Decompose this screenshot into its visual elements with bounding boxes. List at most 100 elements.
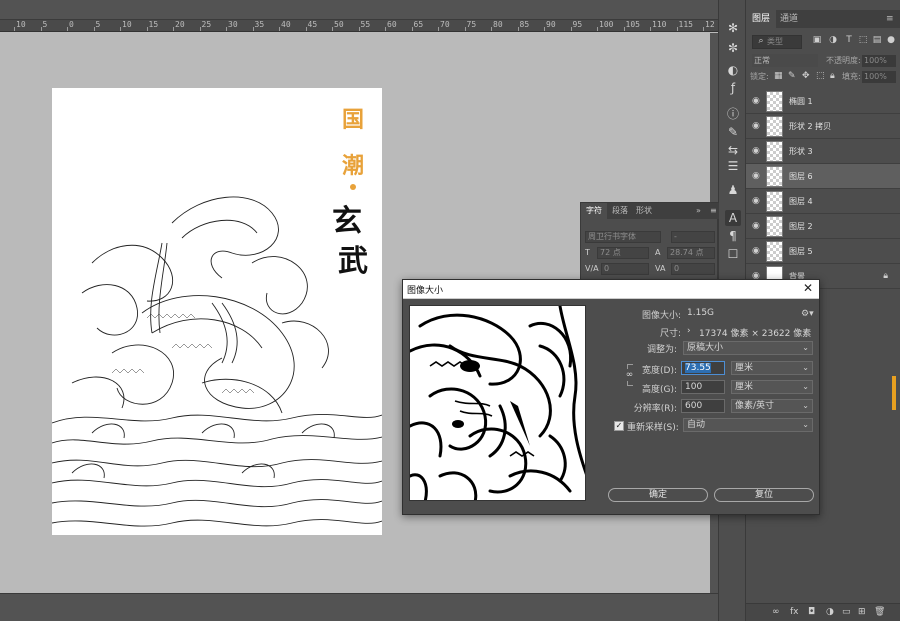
visibility-eye-icon[interactable]: ◉ bbox=[752, 196, 760, 206]
ruler-tick-label: 20 bbox=[175, 20, 185, 29]
ruler-tick-label: 10 bbox=[122, 20, 132, 29]
dragon-line-art bbox=[52, 196, 382, 527]
text-filter-icon[interactable]: T bbox=[844, 35, 854, 46]
image-size-dialog: 图像大小 ✕ ⚙▾ 图像大小: 1.15G 尺寸: › 17374 像素 × 2… bbox=[402, 279, 820, 515]
opacity-label: 不透明度: bbox=[826, 56, 861, 65]
layer-name: 形状 3 bbox=[789, 147, 813, 156]
dimensions-dropdown-icon[interactable]: › bbox=[687, 326, 691, 336]
resolution-input[interactable]: 600 bbox=[681, 399, 725, 413]
visibility-eye-icon[interactable]: ◉ bbox=[752, 246, 760, 256]
lock-all-icon[interactable]: 🔒︎ bbox=[830, 71, 835, 81]
height-unit-select[interactable]: 厘米 ⌄ bbox=[731, 380, 813, 394]
close-icon[interactable]: ✕ bbox=[803, 281, 813, 295]
sliders-icon[interactable]: ☰ bbox=[725, 158, 741, 174]
fx-icon[interactable]: fx bbox=[790, 607, 799, 617]
panel-menu-icon[interactable]: ≡ bbox=[880, 10, 900, 28]
font-size-icon: T bbox=[585, 248, 590, 257]
paragraph-icon[interactable]: ¶ bbox=[725, 228, 741, 244]
layer-row-0[interactable]: ◉ 椭圆 1 bbox=[746, 89, 900, 114]
tab-channels[interactable]: 通道 bbox=[774, 10, 804, 28]
font-size-input[interactable]: 72 点 bbox=[597, 247, 649, 259]
fill-input[interactable]: 100% bbox=[862, 71, 896, 83]
resample-checkbox[interactable]: ✓ bbox=[614, 421, 624, 431]
ruler-tick bbox=[332, 27, 333, 31]
visibility-eye-icon[interactable]: ◉ bbox=[752, 221, 760, 231]
document-canvas[interactable]: 国 潮 玄 武 bbox=[52, 88, 382, 535]
smart-object-filter-icon[interactable]: ▤ bbox=[872, 35, 882, 46]
lock-pixels-icon[interactable]: ✎ bbox=[788, 71, 796, 81]
ruler-tick bbox=[305, 27, 307, 31]
collapse-icon[interactable]: » bbox=[691, 203, 706, 219]
layer-row-1[interactable]: ◉ 形状 2 拷贝 bbox=[746, 114, 900, 139]
layer-row-6[interactable]: ◉ 图层 5 bbox=[746, 239, 900, 264]
resample-select[interactable]: 自动 ⌄ bbox=[683, 418, 813, 432]
tab-layers[interactable]: 图层 bbox=[746, 10, 777, 28]
layer-row-2[interactable]: ◉ 形状 3 bbox=[746, 139, 900, 164]
ruler-tick-label: 25 bbox=[201, 20, 212, 29]
adjustment-layer-icon[interactable]: ◑ bbox=[826, 607, 834, 617]
brush-icon[interactable]: ✎ bbox=[725, 124, 741, 140]
panel-scrollbar[interactable] bbox=[892, 376, 896, 410]
tab-character[interactable]: 字符 bbox=[581, 203, 607, 219]
gear-icon[interactable]: ✻ bbox=[725, 20, 741, 36]
shape-filter-icon[interactable]: ⬚ bbox=[858, 35, 868, 46]
visibility-eye-icon[interactable]: ◉ bbox=[752, 171, 760, 181]
info-icon[interactable]: ⓘ bbox=[725, 106, 741, 122]
glyph-icon[interactable]: ☐ bbox=[725, 246, 741, 262]
tracking-input[interactable]: 0 bbox=[671, 263, 715, 275]
panel-menu-icon[interactable]: ≡ bbox=[705, 203, 722, 219]
gear-icon[interactable]: ⚙▾ bbox=[801, 309, 814, 319]
character-panel-icon[interactable]: A bbox=[725, 210, 741, 226]
brush-settings-icon[interactable]: ✼ bbox=[725, 40, 741, 56]
visibility-eye-icon[interactable]: ◉ bbox=[752, 96, 760, 106]
layer-row-3[interactable]: ◉ 图层 6 bbox=[746, 164, 900, 189]
add-mask-icon[interactable]: ◘ bbox=[808, 607, 815, 617]
fx-icon[interactable]: ƒ bbox=[725, 80, 741, 96]
width-label: 宽度(D): bbox=[642, 366, 677, 376]
leading-input[interactable]: 28.74 点 bbox=[667, 247, 715, 259]
image-preview[interactable] bbox=[409, 305, 586, 501]
layer-row-4[interactable]: ◉ 图层 4 bbox=[746, 189, 900, 214]
layer-row-5[interactable]: ◉ 图层 2 bbox=[746, 214, 900, 239]
kerning-input[interactable]: 0 bbox=[601, 263, 649, 275]
ruler-tick-label: 50 bbox=[334, 20, 344, 29]
adjustment-filter-icon[interactable]: ◑ bbox=[828, 35, 838, 46]
ruler-tick-label: 85 bbox=[519, 20, 530, 29]
trash-icon[interactable]: 🗑︎ bbox=[874, 607, 885, 617]
filter-toggle-icon[interactable]: ● bbox=[886, 35, 896, 46]
lock-transparent-icon[interactable]: ▦ bbox=[774, 71, 783, 81]
visibility-eye-icon[interactable]: ◉ bbox=[752, 121, 760, 131]
fill-label: 填充: bbox=[842, 72, 861, 81]
image-filter-icon[interactable]: ▣ bbox=[812, 35, 822, 46]
lock-artboard-icon[interactable]: ⬚ bbox=[816, 71, 825, 81]
fit-to-select[interactable]: 原稿大小 ⌄ bbox=[683, 341, 813, 355]
person-icon[interactable]: ♟ bbox=[725, 182, 741, 198]
reset-button[interactable]: 复位 bbox=[714, 488, 814, 502]
tab-shape[interactable]: 形状 bbox=[631, 203, 657, 219]
font-family-select[interactable]: 周卫行书字体 bbox=[585, 231, 661, 243]
height-input[interactable]: 100 bbox=[681, 380, 725, 394]
visibility-eye-icon[interactable]: ◉ bbox=[752, 146, 760, 156]
lock-position-icon[interactable]: ✥ bbox=[802, 71, 810, 81]
new-layer-icon[interactable]: ⊞ bbox=[858, 607, 866, 617]
resolution-unit-select[interactable]: 像素/英寸 ⌄ bbox=[731, 399, 813, 413]
opacity-input[interactable]: 100% bbox=[862, 55, 896, 67]
group-icon[interactable]: ▭ bbox=[842, 607, 851, 617]
lock-label: 锁定: bbox=[750, 72, 769, 81]
font-style-select[interactable]: - bbox=[671, 231, 715, 243]
adjust-icon[interactable]: ⇆ bbox=[725, 142, 741, 158]
color-icon[interactable]: ◐ bbox=[725, 62, 741, 78]
blend-mode-select[interactable]: 正常 bbox=[752, 54, 818, 67]
ruler-tick bbox=[226, 27, 227, 31]
layer-name: 图层 4 bbox=[789, 197, 813, 206]
layer-name: 图层 2 bbox=[789, 222, 813, 231]
ok-button[interactable]: 确定 bbox=[608, 488, 708, 502]
image-size-value: 1.15G bbox=[687, 308, 715, 318]
width-input[interactable]: 73.55 bbox=[681, 361, 725, 375]
link-layers-icon[interactable]: ∞ bbox=[772, 607, 780, 617]
tab-paragraph[interactable]: 段落 bbox=[607, 203, 633, 219]
filter-type-label: 类型 bbox=[767, 37, 783, 46]
dialog-titlebar[interactable]: 图像大小 ✕ bbox=[403, 280, 819, 299]
width-unit-select[interactable]: 厘米 ⌄ bbox=[731, 361, 813, 375]
ruler-tick bbox=[67, 27, 68, 31]
